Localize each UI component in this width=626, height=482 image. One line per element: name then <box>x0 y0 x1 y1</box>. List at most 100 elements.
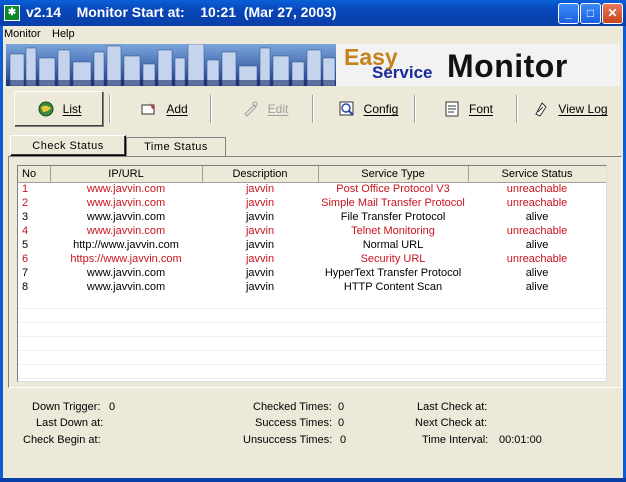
empty-row <box>18 364 606 379</box>
cell-ip-url: https://www.javvin.com <box>70 253 182 265</box>
last-check-label: Last Check at: <box>417 401 488 413</box>
city-skyline-image <box>6 44 336 86</box>
cell-service-type: File Transfer Protocol <box>340 211 446 223</box>
empty-row <box>18 350 606 365</box>
view-log-button[interactable]: View Log <box>522 91 618 127</box>
cell-service-status: alive <box>525 211 549 223</box>
empty-cell <box>468 364 606 379</box>
cell-ip-url: www.javvin.com <box>86 225 166 237</box>
toolbar-separator <box>210 95 212 123</box>
add-button[interactable]: Add <box>116 91 212 127</box>
empty-cell <box>18 350 50 365</box>
close-icon[interactable]: ✕ <box>602 3 623 24</box>
cell-description: javvin <box>245 239 275 251</box>
config-button-label: Config <box>363 102 399 116</box>
config-button[interactable]: Config <box>318 91 418 127</box>
cell-service-status: alive <box>525 281 549 293</box>
menu-bar: Monitor Help <box>0 26 626 43</box>
table-row[interactable]: 1 www.javvin.com javvin Post Office Protoco… <box>18 182 606 196</box>
empty-cell <box>50 294 202 309</box>
cell-service-type: Security URL <box>360 253 426 265</box>
edit-button-label: Edit <box>267 102 289 116</box>
table-row[interactable]: 4 www.javvin.com javvin Telnet Monitoring un… <box>18 224 606 238</box>
cell-no: 6 <box>22 253 29 265</box>
checked-times-label: Checked Times: <box>253 401 332 413</box>
column-header-no[interactable]: No <box>18 166 51 183</box>
cell-no: 5 <box>22 239 29 251</box>
empty-cell <box>468 322 606 337</box>
cell-description: javvin <box>245 225 275 237</box>
app-icon[interactable]: ✱ <box>4 5 20 21</box>
service-table[interactable]: No IP/URL Description Service Type Servi… <box>17 165 607 382</box>
tab-check-status[interactable]: Check Status <box>10 135 126 156</box>
edit-icon <box>243 101 258 117</box>
empty-cell <box>18 308 50 323</box>
empty-cell <box>468 336 606 351</box>
cell-service-type: Post Office Protocol V3 <box>336 183 450 196</box>
font-button[interactable]: Font <box>420 91 516 127</box>
cell-ip-url: www.javvin.com <box>86 281 166 293</box>
empty-cell <box>318 336 468 351</box>
cell-description: javvin <box>245 197 275 209</box>
empty-cell <box>18 322 50 337</box>
column-header-ip-url[interactable]: IP/URL <box>50 166 203 183</box>
table-row[interactable]: 7 www.javvin.com javvin HyperText Transfer … <box>18 266 606 280</box>
success-times-label: Success Times: <box>255 417 333 429</box>
empty-cell <box>318 308 468 323</box>
cell-service-type: Normal URL <box>362 239 424 251</box>
table-row[interactable]: 6 https://www.javvin.com javvin Security UR… <box>18 252 606 266</box>
cell-ip-url: www.javvin.com <box>86 183 166 196</box>
toolbar-separator <box>414 95 416 123</box>
column-header-service-status[interactable]: Service Status <box>468 166 606 183</box>
empty-cell <box>318 350 468 365</box>
status-summary: Down Trigger: 0 Last Down at: Check Begi… <box>8 393 622 455</box>
unsuccess-times-label: Unsuccess Times: <box>243 434 333 446</box>
cell-no: 1 <box>22 183 29 196</box>
minimize-icon[interactable]: _ <box>558 3 579 24</box>
empty-cell <box>202 364 318 379</box>
table-row[interactable]: 5 http://www.javvin.com javvin Normal URL al… <box>18 238 606 252</box>
list-button[interactable]: List <box>14 91 104 127</box>
tab-time-status[interactable]: Time Status <box>126 137 226 156</box>
empty-cell <box>202 336 318 351</box>
menu-help[interactable]: Help <box>52 28 75 40</box>
empty-cell <box>202 350 318 365</box>
maximize-icon[interactable]: □ <box>580 3 601 24</box>
cell-service-type: Simple Mail Transfer Protocol <box>321 197 465 209</box>
empty-cell <box>318 364 468 379</box>
time-interval-value: 00:01:00 <box>499 434 542 446</box>
table-row[interactable]: 8 www.javvin.com javvin HTTP Content Scan al… <box>18 280 606 294</box>
empty-row <box>18 308 606 323</box>
column-header-description[interactable]: Description <box>202 166 319 183</box>
empty-cell <box>50 308 202 323</box>
cell-service-status: alive <box>525 239 549 251</box>
time-interval-label: Time Interval: <box>422 434 489 446</box>
table-row[interactable]: 3 www.javvin.com javvin File Transfer Proto… <box>18 210 606 224</box>
add-button-label: Add <box>166 102 188 116</box>
cell-service-type: Telnet Monitoring <box>351 225 435 237</box>
list-button-label: List <box>62 102 82 116</box>
empty-cell <box>202 294 318 309</box>
cell-description: javvin <box>245 253 275 265</box>
banner-monitor-text: Monitor <box>447 48 568 84</box>
unsuccess-times-value: 0 <box>340 434 347 446</box>
edit-button[interactable]: Edit <box>218 91 312 127</box>
title-bar[interactable]: ✱ v2.14 Monitor Start at: 10:21 (Mar 27,… <box>0 0 626 26</box>
table-row[interactable]: 2 www.javvin.com javvin Simple Mail Transfe… <box>18 196 606 210</box>
window-border-bottom <box>0 478 626 482</box>
toolbar: List Add Edit Config Font View Log <box>6 89 620 129</box>
menu-monitor[interactable]: Monitor <box>4 28 41 40</box>
cell-service-status: unreachable <box>506 183 568 196</box>
empty-cell <box>18 336 50 351</box>
empty-cell <box>318 322 468 337</box>
cell-description: javvin <box>245 281 275 293</box>
cell-service-status: alive <box>525 267 549 279</box>
next-check-label: Next Check at: <box>415 417 488 429</box>
empty-cell <box>468 350 606 365</box>
column-header-service-type[interactable]: Service Type <box>318 166 469 183</box>
window-border-left <box>0 26 3 482</box>
cell-description: javvin <box>245 183 275 196</box>
toolbar-separator <box>312 95 314 123</box>
empty-cell <box>468 308 606 323</box>
tab-time-status-label: Time Status <box>144 141 208 153</box>
